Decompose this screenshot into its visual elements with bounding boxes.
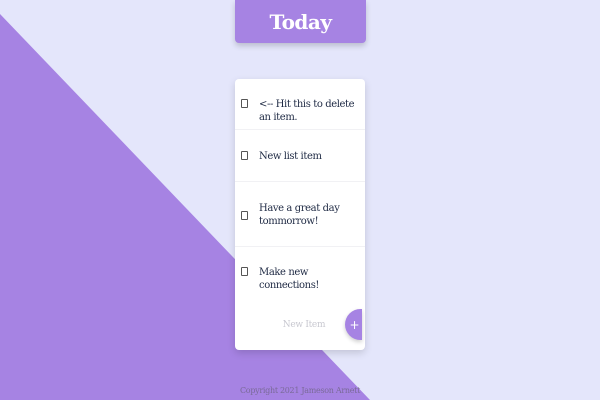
add-item-button[interactable]: + bbox=[345, 309, 362, 340]
todo-list-card: <-- Hit this to delete an item. New list… bbox=[235, 79, 365, 350]
page-title: Today bbox=[269, 9, 333, 34]
list-item: Make new connections! bbox=[235, 247, 365, 299]
list-item-label: Have a great day tommorrow! bbox=[259, 203, 340, 227]
footer-copyright: Copyright 2021 Jameson Arnett bbox=[239, 386, 361, 395]
list-item: Have a great day tommorrow! bbox=[235, 182, 365, 247]
item-checkbox[interactable] bbox=[241, 267, 248, 276]
new-item-input[interactable] bbox=[259, 317, 349, 333]
item-checkbox[interactable] bbox=[241, 211, 248, 220]
list-item: <-- Hit this to delete an item. bbox=[235, 79, 365, 130]
item-checkbox[interactable] bbox=[241, 151, 248, 160]
item-checkbox[interactable] bbox=[241, 99, 248, 108]
new-item-form: + bbox=[235, 299, 365, 350]
header-box: Today bbox=[235, 0, 366, 43]
list-item-label: <-- Hit this to delete an item. bbox=[259, 99, 355, 123]
list-item-label: New list item bbox=[259, 151, 322, 162]
plus-icon: + bbox=[349, 317, 360, 332]
list-item-label: Make new connections! bbox=[259, 267, 320, 291]
list-item: New list item bbox=[235, 130, 365, 182]
